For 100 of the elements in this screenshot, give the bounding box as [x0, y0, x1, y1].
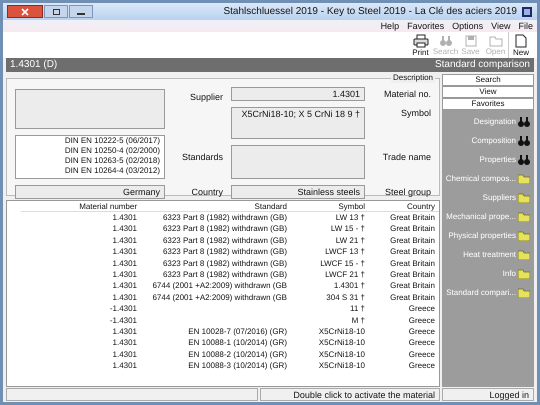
table-cell: 11 †	[350, 303, 365, 315]
status-hint: Double click to activate the material	[260, 388, 440, 401]
minimize-button[interactable]	[69, 5, 93, 18]
binoculars-icon	[518, 136, 530, 146]
table-cell: 6323 Part 8 (1982) withdrawn (GB)	[162, 223, 287, 235]
table-cell: LWCF 21 †	[325, 268, 365, 280]
table-cell: EN 10088-2 (10/2014) (GR)	[188, 348, 287, 360]
table-cell: 1.4301	[112, 348, 137, 360]
table-cell: Great Britain	[390, 292, 435, 304]
binoculars-icon	[438, 34, 452, 46]
menu-item[interactable]: File	[518, 20, 533, 32]
table-cell: 1.4301	[112, 212, 137, 224]
header-title: Standard comparison	[434, 59, 530, 71]
material-number-field[interactable]: 1.4301	[231, 87, 365, 101]
maximize-button[interactable]	[44, 5, 68, 18]
table-cell: -1.4301	[110, 314, 137, 326]
table-cell: Great Britain	[390, 280, 435, 292]
group-legend: Description	[390, 73, 435, 83]
close-icon	[21, 8, 29, 16]
trade-name-field[interactable]	[231, 145, 365, 179]
table-cell: 1.4301	[112, 246, 137, 258]
standard-entry: DIN EN 10222-5 (06/2017)	[64, 136, 160, 146]
table-cell: 6323 Part 8 (1982) withdrawn (GB)	[162, 258, 287, 269]
folder-icon	[518, 231, 530, 241]
table-cell: 304 S 31 †	[326, 292, 365, 304]
folder-icon	[518, 193, 530, 203]
column-header[interactable]: Symbol	[338, 201, 365, 211]
folder-icon	[518, 288, 530, 298]
sidebar-button[interactable]: Favorites	[442, 98, 534, 110]
table-cell: 6323 Part 8 (1982) withdrawn (GB)	[162, 268, 287, 280]
table-cell: Greece	[408, 326, 435, 338]
table-cell: 1.4301	[112, 223, 137, 235]
standard-entry: DIN EN 10263-5 (02/2018)	[64, 156, 160, 166]
status-user: Logged in	[442, 388, 534, 401]
table-cell: 1.4301	[112, 292, 137, 304]
table-cell: LWCF 15 - †	[320, 258, 365, 269]
table-cell: 1.4301	[112, 326, 137, 338]
table-cell: 6744 (2001 +A2:2009) withdrawn (GB	[152, 292, 287, 304]
table-cell: Greece	[408, 303, 435, 315]
standards-list[interactable]: DIN EN 10222-5 (06/2017) DIN EN 10250-4 (02/2000) DIN EN 10263-5 (02/2018) DIN EN 10264-4 (03/2012)	[15, 135, 165, 179]
table-cell: -1.4301	[110, 303, 137, 315]
table-cell: 6323 Part 8 (1982) withdrawn (GB)	[162, 212, 287, 224]
menu-item[interactable]: View	[491, 20, 510, 32]
binoculars-icon	[518, 116, 530, 128]
table-cell: LW 13 †	[336, 212, 365, 224]
field-label: Country	[191, 187, 223, 197]
table-cell: EN 10028-7 (07/2016) (GR)	[188, 326, 287, 338]
table-cell: EN 10088-1 (10/2014) (GR)	[188, 337, 287, 349]
folder-icon	[518, 212, 530, 222]
table-cell: Great Britain	[390, 246, 435, 258]
toolbar-button[interactable]: Print	[408, 32, 433, 58]
field-label: Material no.	[384, 89, 431, 99]
table-cell: Greece	[408, 360, 435, 372]
folder-icon	[488, 34, 502, 46]
symbol-field[interactable]: X5CrNi18-10; X 5 CrNi 18 9 †	[231, 107, 365, 139]
binoculars-icon	[518, 154, 530, 166]
close-button[interactable]	[7, 5, 43, 18]
field-label: Standards	[182, 152, 223, 162]
country-field[interactable]: Germany	[15, 185, 165, 199]
field-label: Supplier	[190, 92, 223, 102]
field-label: Symbol	[400, 108, 431, 118]
table-cell: Great Britain	[390, 268, 435, 280]
standard-entry: DIN EN 10264-4 (03/2012)	[64, 166, 160, 176]
column-header[interactable]: Country	[406, 201, 435, 211]
table-cell: EN 10088-3 (10/2014) (GR)	[188, 360, 287, 372]
table-cell: 1.4301	[112, 258, 137, 269]
field-label: Trade name	[382, 152, 431, 162]
table-cell: 6323 Part 8 (1982) withdrawn (GB)	[162, 234, 287, 246]
table-cell: 1.4301 †	[334, 280, 365, 292]
standard-entry: DIN EN 10250-4 (02/2000)	[64, 146, 160, 156]
table-cell: Greece	[408, 348, 435, 360]
menu-item[interactable]: Options	[452, 20, 484, 32]
menu-item[interactable]: Favorites	[407, 20, 444, 32]
folder-icon	[518, 250, 530, 260]
folder-icon	[518, 269, 530, 279]
steel-group-field[interactable]: Stainless steels	[231, 185, 365, 199]
menu-item[interactable]: Help	[380, 20, 400, 32]
table-cell: 1.4301	[112, 268, 137, 280]
sidebar-button[interactable]: Search	[442, 74, 534, 86]
table-cell: X5CrNi18-10	[318, 337, 365, 349]
table-cell: 1.4301	[112, 280, 137, 292]
table-cell: M †	[352, 314, 365, 326]
column-header[interactable]: Material number	[79, 201, 137, 211]
table-cell: X5CrNi18-10	[318, 348, 365, 360]
table-cell: Greece	[408, 314, 435, 326]
table-cell: X5CrNi18-10	[318, 360, 365, 372]
field-label: Steel group	[384, 187, 431, 197]
table-cell: 6323 Part 8 (1982) withdrawn (GB)	[162, 246, 287, 258]
table-cell: 1.4301	[112, 234, 137, 246]
table-cell: LW 21 †	[336, 234, 365, 246]
table-cell: Great Britain	[390, 258, 435, 269]
table-cell: 1.4301	[112, 337, 137, 349]
header-material: 1.4301 (D)	[10, 59, 58, 71]
table-cell: X5CrNi18-10	[318, 326, 365, 338]
table-cell: Great Britain	[390, 212, 435, 224]
table-cell: Great Britain	[390, 223, 435, 235]
table-cell: 1.4301	[112, 360, 137, 372]
column-header[interactable]: Standard	[254, 201, 287, 211]
sidebar-button[interactable]: View	[442, 86, 534, 98]
table-cell: 6744 (2001 +A2:2009) withdrawn (GB	[152, 280, 287, 292]
